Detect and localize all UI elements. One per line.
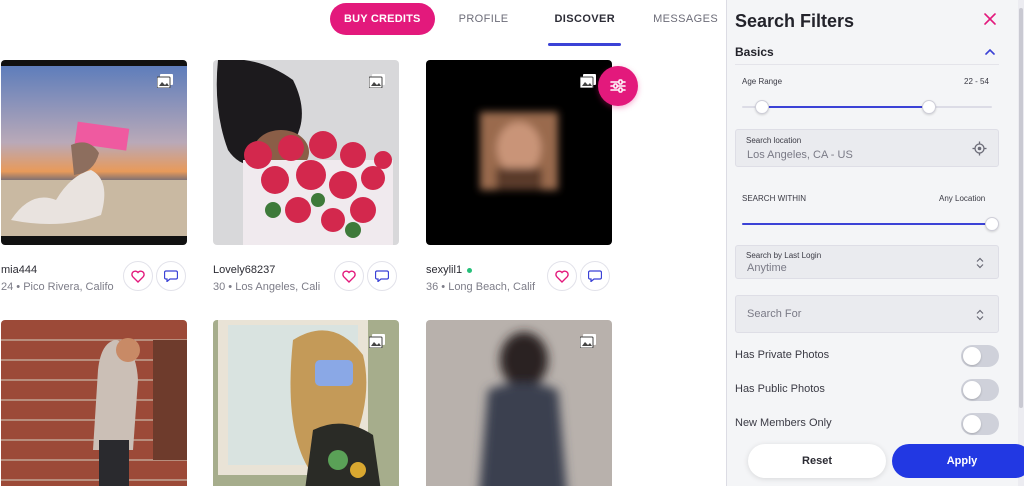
username[interactable]: Lovely68237: [213, 264, 275, 276]
section-divider: [735, 64, 999, 65]
profile-photo[interactable]: [1, 320, 187, 486]
age-range-label: Age Range: [742, 77, 783, 86]
profile-photo[interactable]: [426, 60, 612, 245]
age-location: 30 • Los Angeles, Cali: [213, 281, 321, 293]
switch-knob: [963, 415, 981, 433]
switch-knob: [963, 347, 981, 365]
search-within-label: SEARCH WITHIN: [742, 194, 806, 203]
apply-button[interactable]: Apply: [892, 444, 1024, 478]
chevron-up-icon[interactable]: [985, 48, 995, 55]
sort-arrows-icon: [976, 309, 984, 321]
age-location: 24 • Pico Rivera, Califo: [1, 281, 114, 293]
search-within-fill: [742, 223, 992, 225]
toggle-label: New Members Only: [735, 417, 832, 429]
nav-profile[interactable]: PROFILE: [459, 2, 509, 36]
search-location-value: Los Angeles, CA - US: [747, 149, 853, 161]
scrollbar-thumb[interactable]: [1019, 8, 1023, 408]
search-location-field[interactable]: Search location Los Angeles, CA - US: [735, 129, 999, 167]
gallery-icon: [580, 74, 596, 88]
profile-photo[interactable]: [426, 320, 612, 486]
toggle-private-photos: Has Private Photos: [735, 345, 999, 367]
profile-card[interactable]: sexylil1 36 • Long Beach, Calif: [426, 60, 612, 300]
gallery-icon: [157, 74, 173, 88]
online-indicator: [467, 267, 473, 273]
profile-photo[interactable]: [213, 320, 399, 486]
toggle-new-members: New Members Only: [735, 413, 999, 435]
toggle-label: Has Private Photos: [735, 349, 830, 361]
profile-card[interactable]: mia444 24 • Pico Rivera, Califo: [1, 60, 187, 300]
message-button[interactable]: [580, 261, 610, 291]
like-button[interactable]: [547, 261, 577, 291]
filters-title: Search Filters: [735, 11, 855, 31]
search-within-handle[interactable]: [985, 217, 999, 231]
close-icon[interactable]: [983, 12, 997, 26]
age-range-fill: [762, 106, 930, 108]
toggle-public-photos: Has Public Photos: [735, 379, 999, 401]
reset-button[interactable]: Reset: [748, 444, 886, 478]
username[interactable]: sexylil1: [426, 264, 473, 276]
main-area: BUY CREDITS PROFILE DISCOVER MESSAGES mi…: [0, 0, 726, 486]
profile-photo[interactable]: [1, 60, 187, 245]
sort-arrows-icon: [976, 257, 984, 269]
toggle-label: Has Public Photos: [735, 383, 825, 395]
public-photos-switch[interactable]: [961, 379, 999, 401]
last-login-value: Anytime: [747, 262, 787, 274]
search-within-value: Any Location: [939, 194, 986, 203]
nav-discover[interactable]: DISCOVER: [548, 2, 621, 46]
nav-messages[interactable]: MESSAGES: [653, 2, 718, 36]
heart-icon: [131, 269, 145, 283]
last-login-label: Search by Last Login: [746, 251, 822, 260]
switch-knob: [963, 381, 981, 399]
gallery-icon: [580, 334, 596, 348]
filter-toggle-button[interactable]: [598, 66, 638, 106]
chat-bubble-icon: [588, 270, 602, 282]
buy-credits-button[interactable]: BUY CREDITS: [330, 3, 435, 35]
profile-card[interactable]: [426, 320, 612, 486]
profile-card[interactable]: [1, 320, 187, 486]
sliders-icon: [610, 79, 626, 93]
gallery-icon: [369, 334, 385, 348]
age-range-value: 22 - 54: [964, 77, 989, 86]
top-nav: BUY CREDITS PROFILE DISCOVER MESSAGES: [330, 2, 718, 46]
profile-card[interactable]: [213, 320, 399, 486]
heart-icon: [555, 269, 569, 283]
profile-card[interactable]: Lovely68237 30 • Los Angeles, Cali: [213, 60, 399, 300]
scrollbar[interactable]: [1018, 0, 1024, 486]
last-login-select[interactable]: Search by Last Login Anytime: [735, 245, 999, 279]
search-location-label: Search location: [746, 136, 802, 145]
gallery-icon: [369, 74, 385, 88]
message-button[interactable]: [367, 261, 397, 291]
age-location: 36 • Long Beach, Calif: [426, 281, 536, 293]
age-min-handle[interactable]: [755, 100, 769, 114]
like-button[interactable]: [123, 261, 153, 291]
age-max-handle[interactable]: [922, 100, 936, 114]
private-photos-switch[interactable]: [961, 345, 999, 367]
discover-page: BUY CREDITS PROFILE DISCOVER MESSAGES mi…: [0, 0, 1024, 486]
locate-icon[interactable]: [972, 141, 987, 156]
message-button[interactable]: [156, 261, 186, 291]
chat-bubble-icon: [164, 270, 178, 282]
heart-icon: [342, 269, 356, 283]
profile-photo[interactable]: [213, 60, 399, 245]
chat-bubble-icon: [375, 270, 389, 282]
like-button[interactable]: [334, 261, 364, 291]
search-for-select[interactable]: Search For: [735, 295, 999, 333]
search-for-placeholder: Search For: [747, 308, 802, 320]
username[interactable]: mia444: [1, 264, 37, 276]
section-basics[interactable]: Basics: [735, 45, 774, 59]
search-filters-panel: Search Filters Basics Age Range 22 - 54 …: [727, 0, 1024, 486]
new-members-switch[interactable]: [961, 413, 999, 435]
